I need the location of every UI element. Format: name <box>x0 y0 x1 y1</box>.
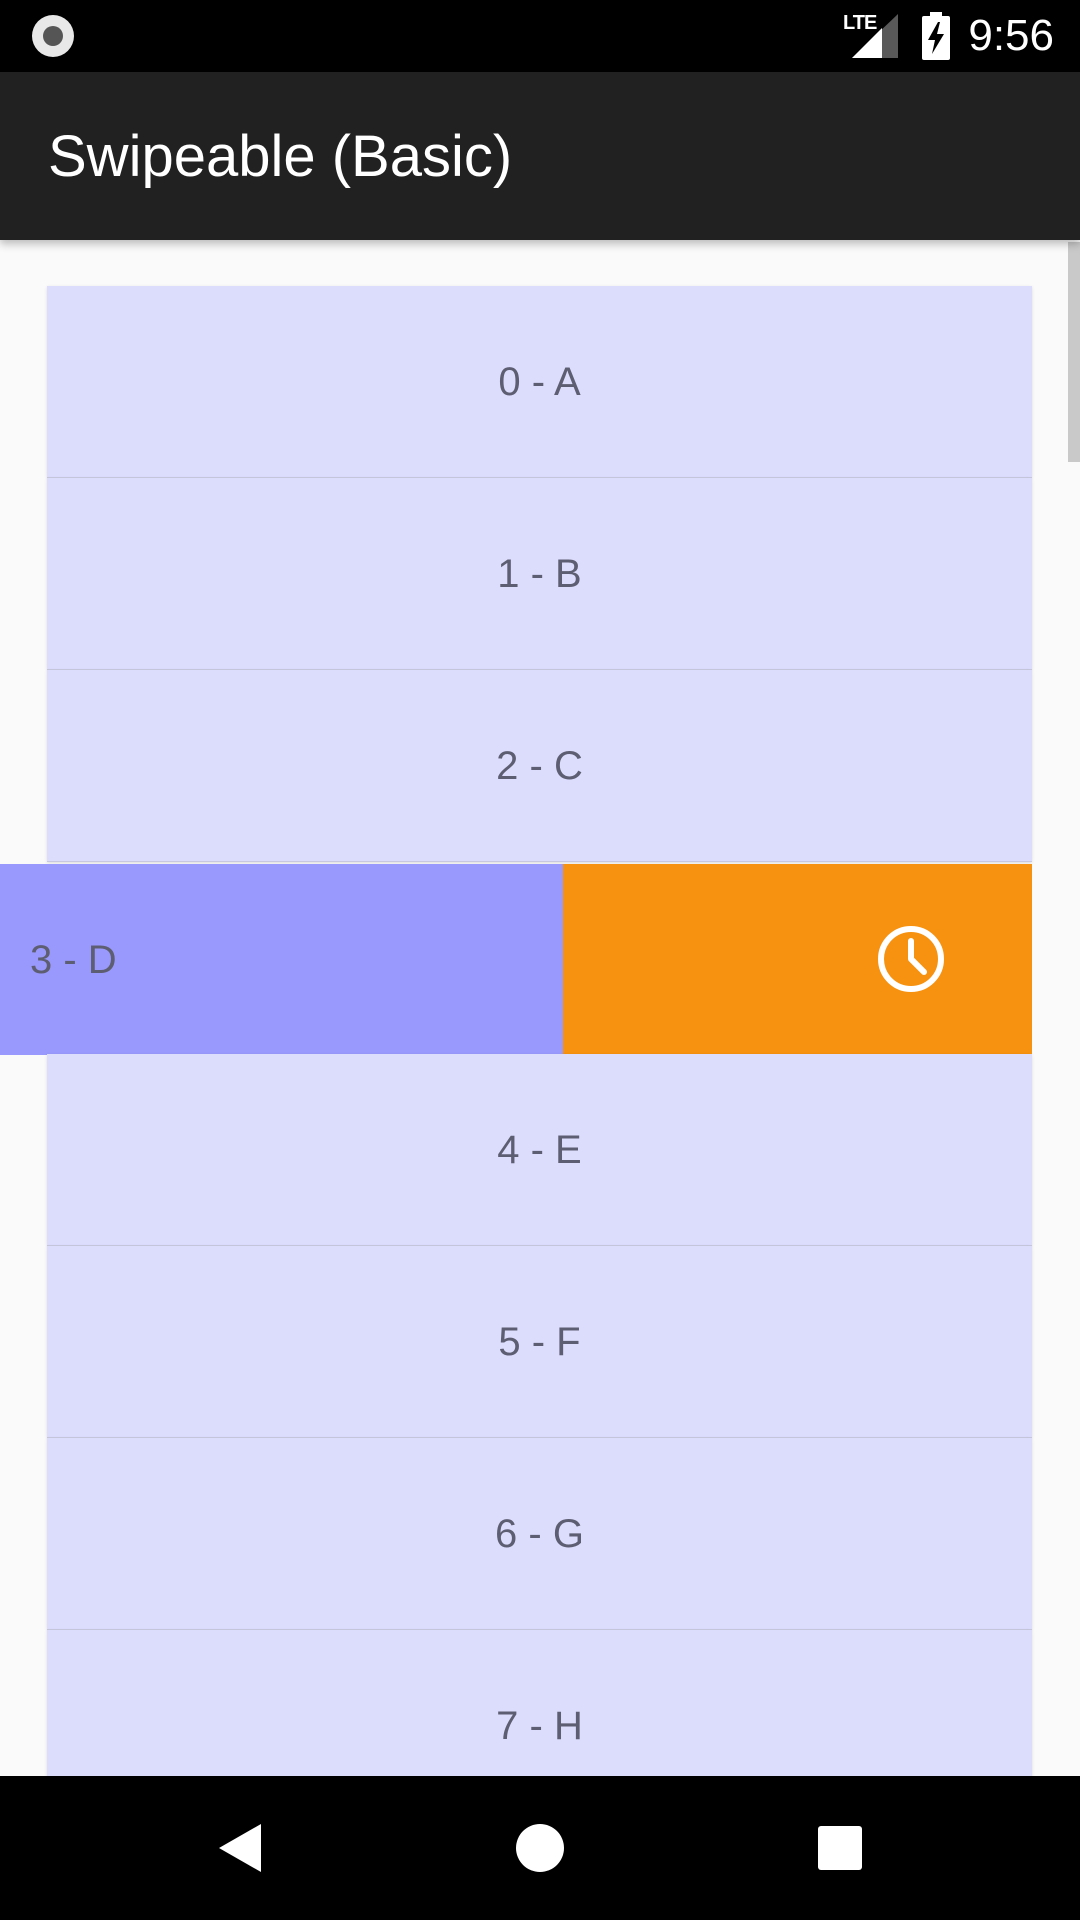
snooze-action-button[interactable] <box>563 864 1032 1056</box>
recents-button[interactable] <box>770 1776 910 1920</box>
swiped-item-content[interactable]: 3 - D <box>0 864 563 1055</box>
list-item-label: 5 - F <box>498 1319 581 1364</box>
list-item-label: 4 - E <box>497 1127 582 1172</box>
list-item[interactable]: 5 - F <box>47 1246 1032 1438</box>
list-item[interactable]: 4 - E <box>47 1054 1032 1246</box>
list-item[interactable]: 0 - A <box>47 286 1032 478</box>
status-bar: LTE 9:56 <box>0 0 1080 72</box>
back-button[interactable] <box>170 1776 310 1920</box>
back-icon <box>219 1824 261 1872</box>
list-item-label: 2 - C <box>496 743 583 788</box>
list-item[interactable]: 7 - H <box>47 1630 1032 1776</box>
home-button[interactable] <box>470 1776 610 1920</box>
list-item-label: 0 - A <box>498 359 581 404</box>
list-item[interactable]: 6 - G <box>47 1438 1032 1630</box>
navigation-bar <box>0 1776 1080 1920</box>
status-time: 9:56 <box>968 11 1054 60</box>
list-item-label: 3 - D <box>30 937 117 982</box>
scrollbar-thumb[interactable] <box>1068 242 1080 462</box>
home-icon <box>516 1824 564 1872</box>
screen: LTE 9:56 Swipeable (Basic) 0 - A 1 - B 2… <box>0 0 1080 1920</box>
list-item[interactable]: 1 - B <box>47 478 1032 670</box>
battery-charging-icon <box>922 12 950 60</box>
list-item-label: 1 - B <box>497 551 582 596</box>
page-title: Swipeable (Basic) <box>48 124 513 189</box>
list-item-label: 7 - H <box>496 1703 583 1748</box>
swipeable-list[interactable]: 0 - A 1 - B 2 - C 3 - D 4 - E 5 - F 6 - … <box>0 240 1080 1776</box>
recents-icon <box>818 1826 862 1870</box>
list-item[interactable]: 2 - C <box>47 670 1032 862</box>
signal-icon <box>852 14 898 58</box>
notification-dot-icon <box>32 15 74 57</box>
clock-icon[interactable] <box>876 924 946 994</box>
app-bar: Swipeable (Basic) <box>0 72 1080 240</box>
list-item-label: 6 - G <box>495 1511 584 1556</box>
